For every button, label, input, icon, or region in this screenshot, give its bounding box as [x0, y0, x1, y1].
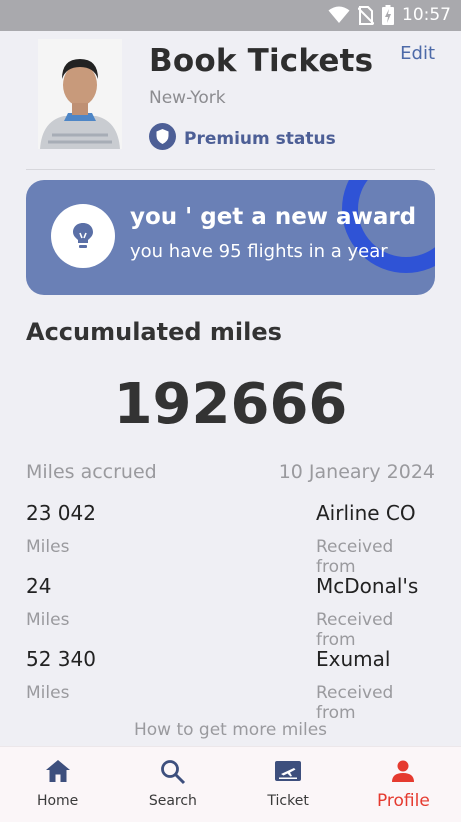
miles-unit: Miles [26, 537, 70, 557]
premium-status-label: Premium status [184, 128, 336, 149]
lightbulb-icon [51, 204, 115, 268]
avatar[interactable] [38, 39, 122, 149]
received-from-label: Received from [316, 610, 394, 650]
list-item[interactable]: 24 Miles McDonal's Received from [26, 572, 435, 650]
profile-header: Book Tickets Edit New-York Premium statu… [0, 31, 461, 171]
premium-status: Premium status [149, 123, 336, 154]
bottom-nav: Home Search Ticket Profile [0, 746, 461, 822]
list-item[interactable]: 52 340 Miles Exumal Received from [26, 645, 435, 723]
wifi-icon [328, 6, 350, 24]
nav-label-profile: Profile [376, 791, 430, 811]
shield-icon [149, 123, 176, 154]
received-from-label: Received from [316, 537, 394, 577]
miles-unit: Miles [26, 683, 70, 703]
miles-list: 23 042 Miles Airline CO Received from 24… [26, 499, 435, 723]
nav-item-search[interactable]: Search [115, 747, 230, 822]
miles-amount: 52 340 [26, 647, 96, 671]
ticket-icon [274, 759, 302, 787]
more-miles-link[interactable]: How to get more miles [0, 720, 461, 740]
page-title: Book Tickets [149, 43, 374, 79]
received-from-label: Received from [316, 683, 394, 723]
list-item[interactable]: 23 042 Miles Airline CO Received from [26, 499, 435, 577]
no-sim-icon [358, 5, 374, 25]
search-icon [160, 759, 186, 789]
miles-amount: 23 042 [26, 501, 96, 525]
section-title: Accumulated miles [26, 318, 282, 346]
status-bar: 10:57 [0, 0, 461, 31]
status-time: 10:57 [402, 5, 451, 25]
nav-item-ticket[interactable]: Ticket [231, 747, 346, 822]
battery-charging-icon [382, 5, 394, 25]
divider [26, 169, 435, 170]
miles-unit: Miles [26, 610, 70, 630]
nav-label-home: Home [36, 793, 79, 809]
miles-amount: 24 [26, 574, 52, 598]
user-city: New-York [149, 88, 226, 108]
miles-total: 192666 [113, 372, 348, 437]
miles-date: 10 Janeary 2024 [278, 461, 435, 483]
nav-label-ticket: Ticket [267, 793, 309, 809]
home-icon [45, 759, 71, 787]
person-icon [391, 759, 415, 787]
award-subtitle: you have 95 flights in a year [130, 241, 388, 262]
miles-source: McDonal's [316, 574, 419, 598]
nav-item-home[interactable]: Home [0, 747, 115, 822]
miles-source: Airline CO [316, 501, 416, 525]
miles-accrued-label: Miles accrued [26, 461, 157, 483]
edit-button[interactable]: Edit [400, 43, 435, 64]
award-card[interactable]: you ' get a new award you have 95 flight… [26, 180, 435, 295]
miles-header: Miles accrued 10 Janeary 2024 [26, 461, 435, 483]
nav-label-search: Search [148, 793, 197, 809]
miles-source: Exumal [316, 647, 391, 671]
award-title: you ' get a new award [130, 204, 417, 230]
nav-item-profile[interactable]: Profile [346, 747, 461, 822]
